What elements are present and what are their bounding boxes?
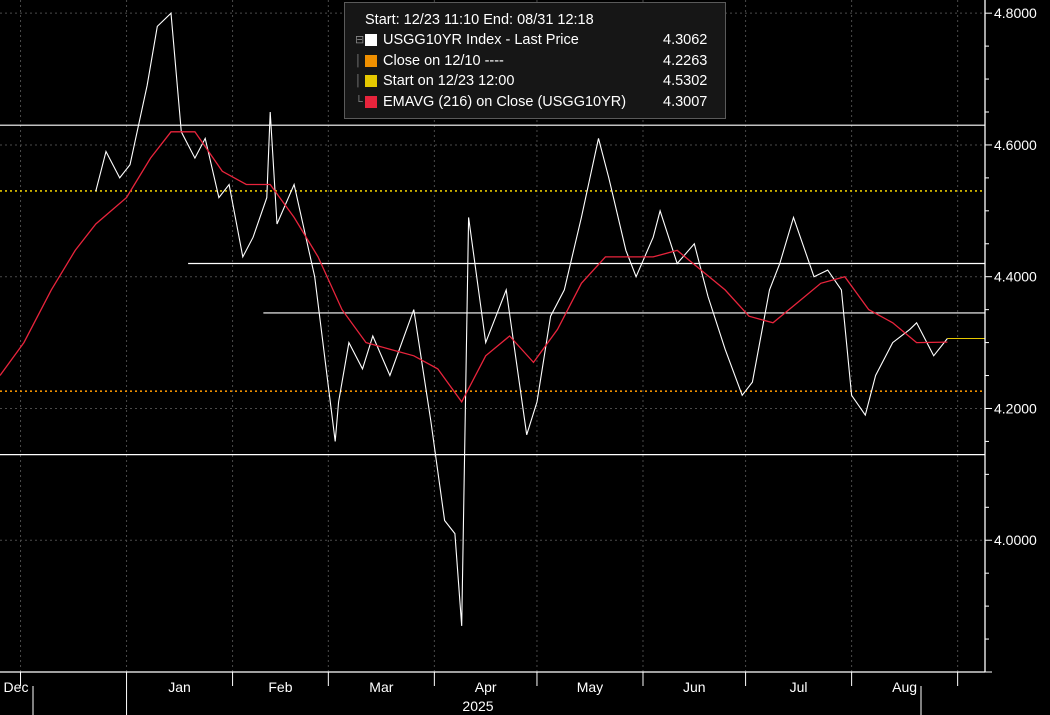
x-axis: Dec Jan Feb Mar Apr May Jun Jul Aug 2025 — [0, 671, 985, 715]
swatch-icon — [365, 95, 377, 108]
tree-branch-icon: │ — [355, 75, 362, 88]
swatch-icon — [365, 34, 377, 47]
x-tick-label: Mar — [369, 679, 393, 695]
x-tick-label: Jun — [683, 679, 706, 695]
legend-value: 4.3007 — [663, 93, 708, 110]
y-tick-label: 4.4000 — [994, 269, 1037, 285]
x-tick-label: Jan — [168, 679, 191, 695]
legend-box: Start: 12/23 11:10 End: 08/31 12:18 ⊟ US… — [344, 2, 726, 119]
legend-label: Start on 12/23 12:00 — [383, 73, 515, 90]
x-tick-label: May — [577, 679, 603, 695]
legend-entry-price[interactable]: ⊟ USGG10YR Index - Last Price 4.3062 — [355, 30, 725, 51]
x-tick-label: Jul — [790, 679, 808, 695]
date-range-header: Start: 12/23 11:10 End: 08/31 12:18 — [355, 10, 725, 30]
year-label: 2025 — [462, 698, 493, 714]
y-tick-label: 4.0000 — [994, 532, 1037, 548]
y-tick-label: 4.6000 — [994, 137, 1037, 153]
tree-branch-icon: │ — [355, 54, 362, 67]
legend-value: 4.3062 — [663, 32, 708, 49]
legend-entry-close[interactable]: │ Close on 12/10 ---- 4.2263 — [355, 51, 725, 72]
x-tick-label: Apr — [475, 679, 497, 695]
legend-value: 4.5302 — [663, 73, 708, 90]
end-label: End: 08/31 12:18 — [483, 12, 594, 28]
x-tick-label: Dec — [4, 679, 29, 695]
y-tick-label: 4.2000 — [994, 400, 1037, 416]
reference-lines — [0, 190, 985, 392]
level-lines — [0, 124, 985, 456]
ema-series-line — [0, 131, 948, 404]
y-tick-label: 4.8000 — [994, 5, 1037, 21]
swatch-icon — [365, 75, 377, 88]
start-label: Start: 12/23 11:10 — [365, 12, 480, 28]
tree-end-icon: └ — [355, 95, 363, 108]
x-tick-label: Aug — [892, 679, 917, 695]
legend-label: Close on 12/10 ---- — [383, 52, 504, 69]
legend-entry-ema[interactable]: └ EMAVG (216) on Close (USGG10YR) 4.3007 — [355, 92, 725, 113]
x-tick-label: Feb — [268, 679, 292, 695]
tree-toggle-icon[interactable]: ⊟ — [355, 30, 365, 50]
legend-label: USGG10YR Index - Last Price — [383, 32, 579, 49]
y-axis: 4.8000 4.6000 4.4000 4.2000 4.0000 — [984, 0, 1037, 673]
legend-label: EMAVG (216) on Close (USGG10YR) — [383, 93, 627, 110]
legend-entry-start[interactable]: │ Start on 12/23 12:00 4.5302 — [355, 71, 725, 92]
swatch-icon — [365, 54, 377, 67]
legend-value: 4.2263 — [663, 52, 708, 69]
